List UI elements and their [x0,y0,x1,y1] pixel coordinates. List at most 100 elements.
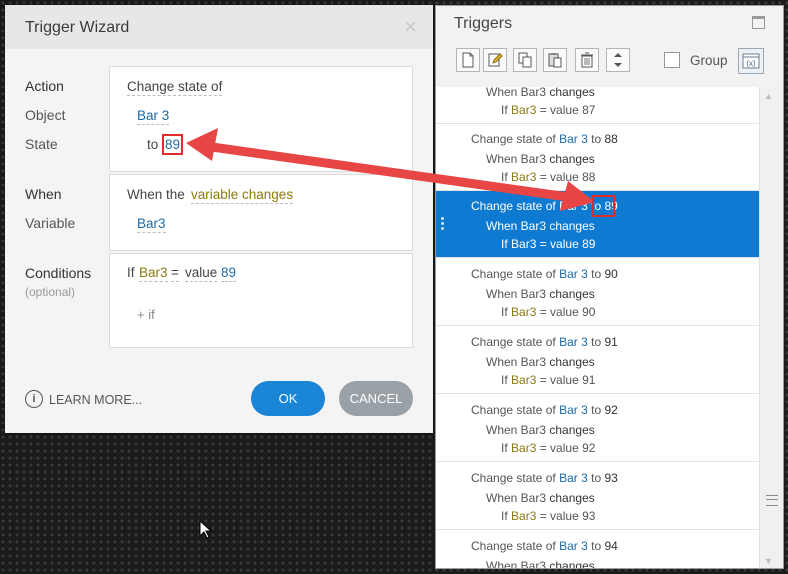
trigger-action: Change state of [471,267,556,281]
condition-variable[interactable]: Bar3 [139,265,168,282]
trigger-action: Change state of [471,132,556,146]
when-prefix: When the [127,187,185,202]
trigger-eq-value: = value [539,441,579,455]
trigger-changes: changes [549,423,595,437]
edit-trigger-icon[interactable] [483,48,507,72]
condition-operator[interactable]: = [171,265,179,282]
trigger-to: to [591,132,602,146]
trigger-eq-value: = value [539,170,579,184]
state-prefix: to [147,137,159,152]
trigger-list-scrollbar[interactable]: ▲ ▼ [759,87,783,568]
trigger-to: to [591,471,602,485]
ok-button[interactable]: OK [251,381,325,416]
trigger-to: to [591,335,602,349]
when-label: When [25,186,62,202]
trigger-value: 90 [582,305,596,319]
when-event-dropdown[interactable]: variable changes [191,187,294,204]
variables-icon[interactable]: (x) [738,48,764,74]
trigger-state: 93 [604,471,618,485]
trigger-variable: Bar3 [511,237,537,251]
trigger-action: Change state of [471,199,556,213]
trigger-item[interactable]: Change state of Bar 3 to 89 When Bar3 cha… [436,191,759,258]
learn-more-link[interactable]: LEARN MORE... [49,393,142,407]
trigger-when: When Bar3 [486,423,547,437]
trigger-object: Bar 3 [559,132,588,146]
info-icon[interactable]: i [25,390,43,408]
trigger-object: Bar 3 [559,403,588,417]
trigger-value: 93 [582,509,596,523]
trigger-item[interactable]: Change state of Bar 3 to 90 When Bar3 cha… [436,259,759,326]
trigger-if: If [501,441,508,455]
trigger-when: When Bar3 [486,219,547,233]
trigger-changes: changes [549,219,595,233]
trigger-item[interactable]: Change state of Bar 3 to 91 When Bar3 cha… [436,327,759,394]
trigger-to: to [591,267,602,281]
trigger-object: Bar 3 [559,471,588,485]
trigger-item[interactable]: Change state of Bar 3 to 92 When Bar3 cha… [436,395,759,462]
trigger-changes: changes [549,287,595,301]
delete-icon[interactable] [575,48,599,72]
trigger-when: When Bar3 [486,287,547,301]
trigger-value: 89 [582,237,596,251]
condition-value[interactable]: 89 [221,265,237,282]
scroll-down-icon[interactable]: ▼ [764,556,773,566]
move-up-down-icon[interactable] [606,48,630,72]
optional-label: (optional) [25,285,76,299]
trigger-value: = value 87 [539,103,596,117]
trigger-variable: Bar3 [511,441,537,455]
trigger-variable: Bar3 [511,509,537,523]
trigger-changes: changes [549,152,595,166]
trigger-value: 88 [582,170,596,184]
trigger-state: 91 [604,335,618,349]
trigger-state: 94 [604,539,618,553]
condition-keyword[interactable]: value [185,265,218,282]
trigger-eq-value: = value [539,509,579,523]
scroll-thumb[interactable] [766,495,778,506]
trigger-object: Bar 3 [559,267,588,281]
variable-dropdown[interactable]: Bar3 [137,216,166,233]
trigger-action: Change state of [471,539,556,553]
trigger-wizard-dialog: Trigger Wizard × Action Object State Whe… [5,5,433,433]
trigger-object: Bar 3 [559,539,588,553]
trigger-object: Bar 3 [559,335,588,349]
close-icon[interactable]: × [404,14,417,40]
wizard-title: Trigger Wizard [25,19,130,36]
trigger-item[interactable]: When Bar3 changes If Bar3 = value 87 [436,87,759,124]
trigger-object: Bar 3 [559,199,588,213]
wizard-header: Trigger Wizard × [5,5,433,49]
maximize-icon[interactable] [752,16,765,29]
paste-icon[interactable] [543,48,567,72]
when-panel: When the variable changes Bar3 [109,174,413,251]
trigger-action: Change state of [471,403,556,417]
trigger-when: When Bar3 [486,87,547,99]
trigger-changes: changes [549,559,595,569]
add-if-link[interactable]: + if [137,307,155,322]
state-dropdown[interactable]: 89 [161,134,184,155]
trigger-value: 92 [582,441,596,455]
trigger-eq-value: = value [539,373,579,387]
trigger-if: If [501,305,508,319]
mouse-cursor-icon [199,520,213,539]
new-trigger-icon[interactable] [456,48,480,72]
trigger-changes: changes [549,491,595,505]
action-dropdown[interactable]: Change state of [127,79,223,96]
trigger-state: 90 [604,267,618,281]
trigger-item[interactable]: Change state of Bar 3 to 93 When Bar3 cha… [436,463,759,530]
object-dropdown[interactable]: Bar 3 [137,108,170,125]
trigger-action: Change state of [471,471,556,485]
trigger-item[interactable]: Change state of Bar 3 to 88 When Bar3 cha… [436,124,759,191]
trigger-if: If [501,509,508,523]
copy-icon[interactable] [513,48,537,72]
trigger-value: 91 [582,373,596,387]
condition-if: If [127,265,135,280]
scroll-up-icon[interactable]: ▲ [764,91,773,101]
action-panel: Change state of Bar 3 to 89 [109,66,413,172]
group-checkbox[interactable] [664,52,680,68]
cancel-button[interactable]: CANCEL [339,381,413,416]
trigger-item[interactable]: Change state of Bar 3 to 94 When Bar3 cha… [436,531,759,569]
trigger-state: 89 [604,199,618,213]
trigger-when: When Bar3 [486,559,547,569]
drag-handle-icon[interactable] [441,217,444,232]
trigger-changes: changes [549,355,595,369]
trigger-action: Change state of [471,335,556,349]
